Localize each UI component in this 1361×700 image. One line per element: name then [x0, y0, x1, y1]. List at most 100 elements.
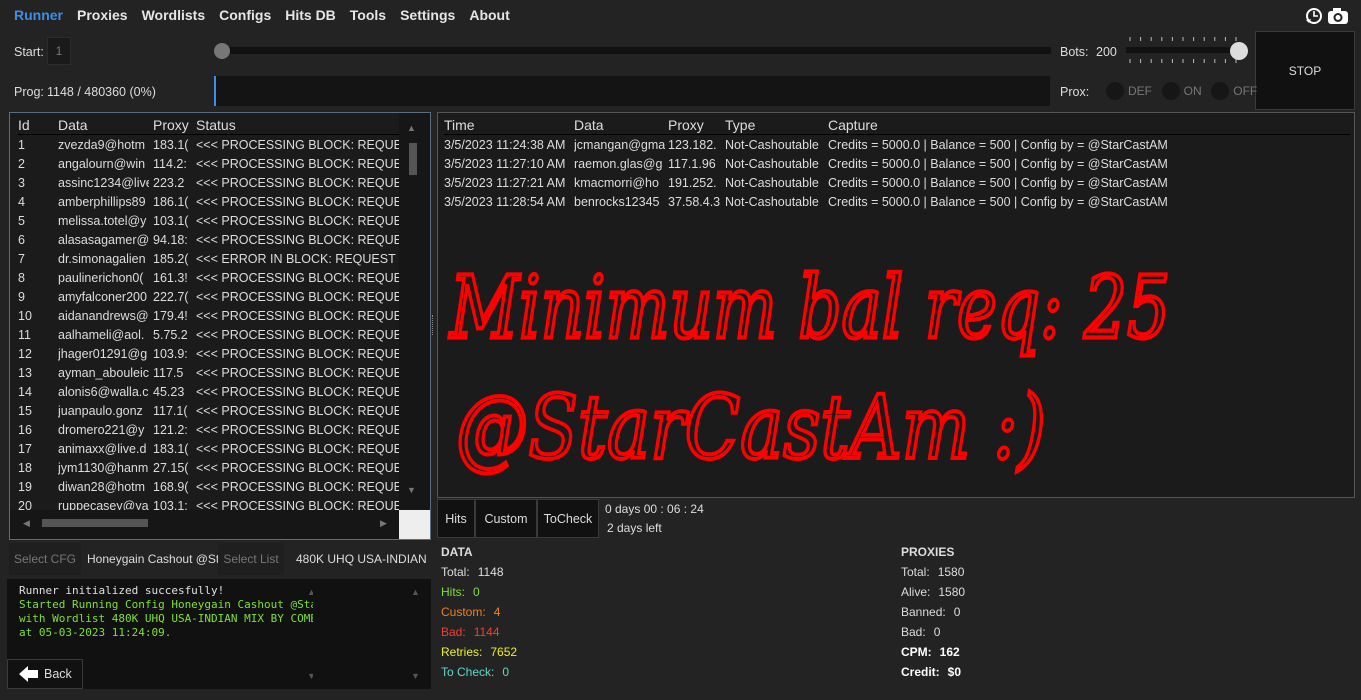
- column-header[interactable]: Data: [58, 117, 153, 133]
- table-row[interactable]: 10 aidanandrews@ 179.4! <<< PROCESSING BLOC…: [18, 306, 408, 325]
- table-row[interactable]: 18 jym1130@hanm 27.15(<<< PROCESSING BLOCK…: [18, 458, 408, 477]
- back-button[interactable]: Back: [7, 659, 83, 689]
- table-row[interactable]: 7 dr.simonagalien 185.2(<<< ERROR IN BLOCK…: [18, 249, 408, 268]
- horizontal-scrollbar[interactable]: ◀ ▶: [10, 510, 399, 539]
- column-header[interactable]: Type: [725, 117, 828, 133]
- cell-status: <<< PROCESSING BLOCK: REQUEST (P: [196, 365, 408, 380]
- radio-def-label: DEF: [1128, 84, 1152, 98]
- tab-tocheck[interactable]: ToCheck: [537, 499, 599, 538]
- column-header[interactable]: Time: [444, 117, 574, 133]
- cell-proxy: 103.1(: [153, 213, 189, 228]
- cell-id: 2: [18, 156, 25, 171]
- stop-button[interactable]: STOP: [1255, 31, 1355, 110]
- splitter-handle[interactable]: [432, 315, 435, 335]
- table-row[interactable]: 3 assinc1234@live 223.2 <<< PROCESSING BLOC…: [18, 173, 408, 192]
- table-header: Id Data Proxy Status: [18, 113, 408, 135]
- table-row[interactable]: 2 angalourn@win 114.2: <<< PROCESSING BLOCK…: [18, 154, 408, 173]
- cell-data: benrocks12345: [574, 194, 660, 209]
- table-row[interactable]: 17 animaxx@live.d 183.1(<<< PROCESSING BLO…: [18, 439, 408, 458]
- start-slider-thumb[interactable]: [214, 43, 230, 59]
- proxy-stat: Total: 1580: [901, 562, 965, 582]
- cell-data: jcmangan@gma: [574, 137, 665, 152]
- camera-icon[interactable]: [1327, 6, 1349, 26]
- scroll-left-icon[interactable]: ◀: [23, 518, 30, 529]
- table-row[interactable]: 4 amberphillips89 186.1(<<< PROCESSING BLO…: [18, 192, 408, 211]
- vertical-scrollbar[interactable]: ▲ ▼: [399, 113, 430, 510]
- proxy-stats: PROXIES Total: 1580 Alive: 1580 Banned: 0 Bad:…: [901, 542, 965, 682]
- log-scroll-down-icon[interactable]: ▼: [411, 671, 420, 681]
- scroll-up-icon[interactable]: ▲: [407, 123, 416, 133]
- hscroll-thumb[interactable]: [42, 519, 148, 527]
- column-header[interactable]: Proxy: [668, 117, 725, 133]
- nav-settings[interactable]: Settings: [400, 7, 455, 23]
- cell-data: alasasagamer@: [58, 232, 149, 247]
- table-row[interactable]: 20 ruppecasey@ya 103.1: <<< PROCESSING BLOC…: [18, 496, 408, 511]
- bots-slider[interactable]: [1126, 36, 1248, 64]
- table-row[interactable]: 13 ayman_abouleic 117.5 <<< PROCESSING BLOC…: [18, 363, 408, 382]
- cell-status: <<< PROCESSING BLOCK: REQUEST (P: [196, 441, 408, 456]
- nav-tools[interactable]: Tools: [350, 7, 386, 23]
- nav-runner[interactable]: Runner: [14, 7, 63, 23]
- progress-label: Prog:: [14, 85, 44, 99]
- radio-on[interactable]: [1161, 82, 1180, 100]
- scroll-down-icon[interactable]: ▼: [407, 485, 416, 495]
- cell-data: aalhameli@aol.: [58, 327, 145, 342]
- cell-type: Not-Cashoutable: [725, 175, 819, 190]
- cell-id: 4: [18, 194, 25, 209]
- table-row[interactable]: 8 paulinerichon0(161.3! <<< PROCESSING BLO…: [18, 268, 408, 287]
- stat-value: 0: [953, 605, 961, 619]
- table-row[interactable]: 3/5/2023 11:28:54 AM benrocks12345 37.58.4…: [444, 192, 1350, 211]
- nav-wordlists[interactable]: Wordlists: [142, 7, 206, 23]
- cell-data: jym1130@hanm: [58, 460, 149, 475]
- tab-custom[interactable]: Custom: [475, 499, 537, 538]
- table-row[interactable]: 3/5/2023 11:24:38 AM jcmangan@gma 123.182.…: [444, 135, 1350, 154]
- table-row[interactable]: 16 dromero221@y 121.2: <<< PROCESSING BLOCK…: [18, 420, 408, 439]
- cell-time: 3/5/2023 11:28:54 AM: [444, 194, 566, 209]
- column-header[interactable]: Status: [196, 117, 408, 133]
- column-header[interactable]: Proxy: [153, 117, 196, 133]
- cell-proxy: 183.1(: [153, 137, 189, 152]
- stat-value: 1580: [938, 585, 966, 599]
- table-row[interactable]: 3/5/2023 11:27:21 AM kmacmorri@ho 191.252.…: [444, 173, 1350, 192]
- cell-id: 7: [18, 251, 25, 266]
- history-icon[interactable]: [1304, 6, 1324, 26]
- main-nav: Runner Proxies Wordlists Configs Hits DB Tool…: [14, 7, 510, 23]
- bots-label: Bots:: [1060, 45, 1089, 59]
- log-scroll-up-icon[interactable]: ▲: [411, 587, 420, 597]
- table-row[interactable]: 5 melissa.totel@y 103.1(<<< PROCESSING BLO…: [18, 211, 408, 230]
- annotation-line1: Minimum bal req: 25: [448, 258, 1170, 358]
- table-row[interactable]: 15 juanpaulo.gonz 117.1(<<< PROCESSING BLO…: [18, 401, 408, 420]
- nav-proxies[interactable]: Proxies: [77, 7, 128, 23]
- select-list-button[interactable]: Select List: [218, 543, 284, 575]
- tab-hits[interactable]: Hits: [437, 499, 475, 538]
- cell-time: 3/5/2023 11:27:21 AM: [444, 175, 566, 190]
- table-row[interactable]: 1 zvezda9@hotm 183.1(<<< PROCESSING BLOCK:…: [18, 135, 408, 154]
- nav-configs[interactable]: Configs: [219, 7, 271, 23]
- stat-label: Bad:: [901, 625, 926, 639]
- nav-about[interactable]: About: [469, 7, 509, 23]
- bots-slider-thumb[interactable]: [1230, 42, 1248, 60]
- scroll-right-icon[interactable]: ▶: [380, 518, 387, 529]
- column-header[interactable]: Id: [18, 117, 58, 133]
- start-input[interactable]: 1: [47, 37, 71, 65]
- scroll-thumb[interactable]: [409, 143, 417, 175]
- column-header[interactable]: Capture: [828, 117, 1348, 133]
- column-header[interactable]: Data: [574, 117, 668, 133]
- cell-data: ayman_abouleic: [58, 365, 149, 380]
- nav-hits-db[interactable]: Hits DB: [285, 7, 336, 23]
- table-row[interactable]: 19 diwan28@hotm 168.9(<<< PROCESSING BLOCK…: [18, 477, 408, 496]
- cell-id: 20: [18, 498, 32, 511]
- start-slider[interactable]: [215, 47, 1051, 54]
- table-row[interactable]: 3/5/2023 11:27:10 AM raemon.glas@g 117.1.9…: [444, 154, 1350, 173]
- table-row[interactable]: 11 aalhameli@aol. 5.75.2 <<< PROCESSING BLO…: [18, 325, 408, 344]
- table-row[interactable]: 6 alasasagamer@ 94.18: <<< PROCESSING BLOCK…: [18, 230, 408, 249]
- select-cfg-button[interactable]: Select CFG: [9, 543, 81, 575]
- cell-status: <<< PROCESSING BLOCK: REQUEST (P: [196, 308, 408, 323]
- radio-off[interactable]: [1211, 82, 1230, 100]
- table-row[interactable]: 12 jhager01291@g 103.9: <<< PROCESSING BLOC…: [18, 344, 408, 363]
- table-row[interactable]: 9 amyfalconer200 222.7(<<< PROCESSING BLOC…: [18, 287, 408, 306]
- radio-def[interactable]: [1106, 82, 1124, 100]
- cell-id: 1: [18, 137, 25, 152]
- table-row[interactable]: 14 alonis6@walla.c 45.23 <<< PROCESSING BLO…: [18, 382, 408, 401]
- stat-value: 0: [502, 665, 510, 679]
